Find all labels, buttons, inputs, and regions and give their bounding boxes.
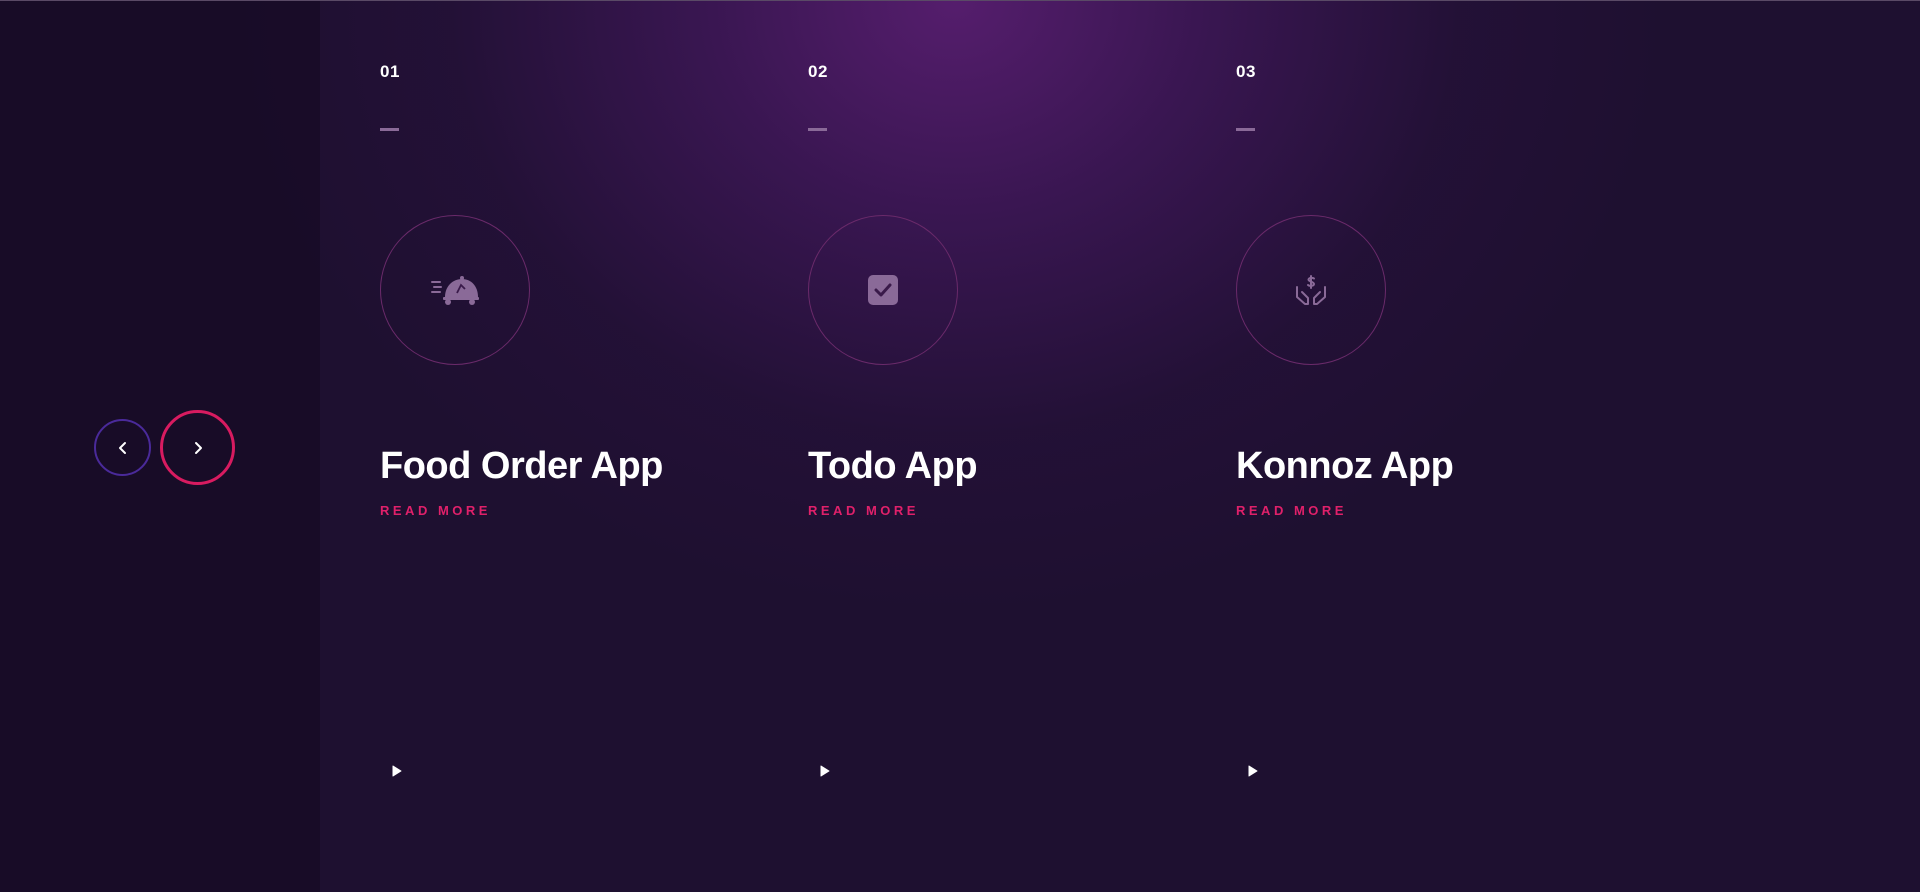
chevron-right-icon bbox=[194, 441, 202, 454]
play-icon[interactable] bbox=[392, 765, 402, 777]
play-icon[interactable] bbox=[1248, 765, 1258, 777]
read-more-link[interactable]: READ MORE bbox=[808, 503, 919, 518]
card-number: 01 bbox=[380, 62, 400, 81]
card-icon-circle bbox=[808, 215, 958, 365]
card-title: Todo App bbox=[808, 445, 978, 487]
card-number: 02 bbox=[808, 62, 828, 81]
project-card: 02 Todo App READ MORE bbox=[808, 1, 1208, 892]
chevron-left-icon bbox=[118, 441, 126, 454]
prev-slide-button[interactable] bbox=[94, 419, 151, 476]
read-more-link[interactable]: READ MORE bbox=[380, 503, 491, 518]
money-hands-icon bbox=[1296, 275, 1326, 305]
card-icon-circle bbox=[380, 215, 530, 365]
card-dash bbox=[808, 128, 827, 131]
next-slide-button[interactable] bbox=[160, 410, 235, 485]
play-icon[interactable] bbox=[820, 765, 830, 777]
checkbox-icon bbox=[868, 275, 898, 305]
card-icon-circle bbox=[1236, 215, 1386, 365]
project-card: 03 Konnoz App READ MORE bbox=[1236, 1, 1636, 892]
card-title: Konnoz App bbox=[1236, 445, 1454, 487]
page: 01 Food Order App READ MORE 02 Todo App … bbox=[0, 0, 1920, 892]
card-dash bbox=[1236, 128, 1255, 131]
card-number: 03 bbox=[1236, 62, 1256, 81]
read-more-link[interactable]: READ MORE bbox=[1236, 503, 1347, 518]
card-title: Food Order App bbox=[380, 445, 663, 487]
left-panel bbox=[0, 1, 320, 892]
food-delivery-icon bbox=[431, 276, 479, 305]
project-card: 01 Food Order App READ MORE bbox=[380, 1, 780, 892]
card-dash bbox=[380, 128, 399, 131]
